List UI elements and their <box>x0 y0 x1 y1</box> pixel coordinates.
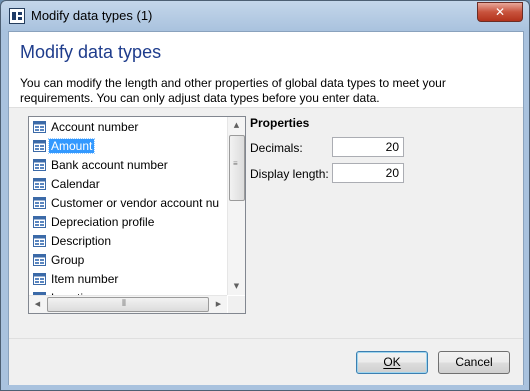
dialog-window: Modify data types (1) ✕ Modify data type… <box>0 0 530 391</box>
scroll-right-icon[interactable]: ▶ <box>210 296 227 313</box>
scroll-left-icon[interactable]: ◀ <box>29 296 46 313</box>
list-item[interactable]: Customer or vendor account nu <box>31 195 221 212</box>
list-item-label: Depreciation profile <box>51 215 155 229</box>
data-type-icon <box>33 159 46 171</box>
list-item-label: Amount <box>47 138 96 154</box>
ok-button-label: OK <box>383 355 401 369</box>
list-item[interactable]: Item number <box>31 271 120 288</box>
header-panel: Modify data types You can modify the len… <box>9 32 523 108</box>
scroll-corner <box>228 296 245 313</box>
properties-title: Properties <box>250 116 310 130</box>
window-title: Modify data types (1) <box>31 8 153 23</box>
dialog-heading: Modify data types <box>20 42 162 62</box>
list-item[interactable]: Calendar <box>31 176 102 193</box>
title-bar[interactable]: Modify data types (1) ✕ <box>1 1 529 31</box>
list-item-label: Calendar <box>51 177 100 191</box>
dialog-description: You can modify the length and other prop… <box>20 76 446 105</box>
data-type-icon <box>33 235 46 247</box>
data-type-icon <box>33 178 46 190</box>
vertical-scrollbar[interactable]: ▲ ≡ ▼ <box>227 117 245 295</box>
horizontal-scrollbar[interactable]: ◀ ⦀ ▶ <box>29 295 227 313</box>
data-type-icon <box>33 216 46 228</box>
list-item[interactable]: Group <box>31 252 86 269</box>
vertical-scroll-thumb[interactable]: ≡ <box>229 135 245 201</box>
dialog-client-area: Modify data types You can modify the len… <box>8 31 524 385</box>
list-item[interactable]: Depreciation profile <box>31 214 156 231</box>
list-item-label: Description <box>51 234 112 248</box>
list-item-label: Group <box>51 253 85 267</box>
display-length-label: Display length: <box>250 167 329 181</box>
button-bar: OK Cancel <box>9 338 523 385</box>
horizontal-scroll-thumb[interactable]: ⦀ <box>47 297 209 312</box>
ok-button[interactable]: OK <box>356 351 428 374</box>
scroll-down-icon[interactable]: ▼ <box>228 278 245 295</box>
list-item-label: Account number <box>51 120 139 134</box>
list-item[interactable]: Account number <box>31 119 140 136</box>
close-button[interactable]: ✕ <box>477 2 523 22</box>
decimals-field[interactable]: 20 <box>332 137 404 157</box>
scroll-up-icon[interactable]: ▲ <box>228 117 245 134</box>
data-types-list[interactable]: Account number Amount Bank account number C… <box>28 116 246 314</box>
grip-icon: ≡ <box>233 159 238 168</box>
data-type-icon <box>33 197 46 209</box>
data-type-icon <box>33 140 46 152</box>
grip-icon: ⦀ <box>122 298 127 308</box>
list-item-label: Item number <box>51 272 119 286</box>
list-items-container: Account number Amount Bank account number C… <box>29 117 227 295</box>
list-item-label: Customer or vendor account nu <box>51 196 220 210</box>
list-item[interactable]: Description <box>31 233 113 250</box>
data-type-icon <box>33 273 46 285</box>
list-item[interactable]: Bank account number <box>31 157 170 174</box>
display-length-field[interactable]: 20 <box>332 163 404 183</box>
data-type-icon <box>33 121 46 133</box>
cancel-button[interactable]: Cancel <box>438 351 510 374</box>
list-item-label: Bank account number <box>51 158 168 172</box>
app-icon <box>9 8 25 24</box>
cancel-button-label: Cancel <box>455 355 493 369</box>
data-type-icon <box>33 254 46 266</box>
close-icon: ✕ <box>494 5 506 19</box>
list-item[interactable]: Amount <box>31 138 96 155</box>
decimals-label: Decimals: <box>250 141 303 155</box>
